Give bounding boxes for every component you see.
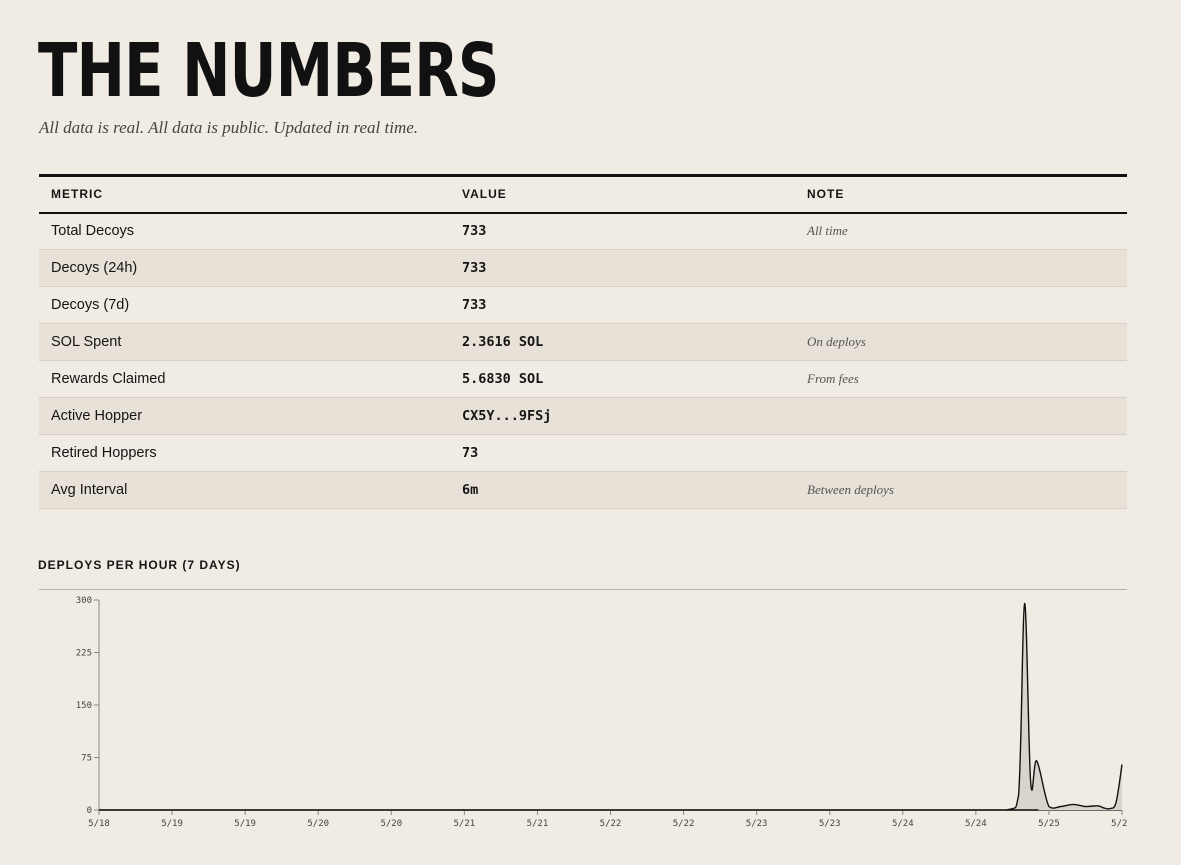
y-tick-label: 225 bbox=[76, 649, 92, 659]
metric-cell: Active Hopper bbox=[39, 397, 450, 435]
x-tick-label: 5/19 bbox=[161, 819, 183, 829]
x-tick-label: 5/25 bbox=[1038, 819, 1060, 829]
value-cell: 733 bbox=[450, 212, 795, 250]
column-header-metric: METRIC bbox=[39, 175, 450, 214]
page-subtitle: All data is real. All data is public. Up… bbox=[39, 118, 419, 137]
series-line bbox=[99, 602, 1123, 811]
column-header-value: VALUE bbox=[450, 175, 795, 214]
note-cell: On deploys bbox=[795, 323, 1127, 361]
column-header-note: NOTE bbox=[795, 175, 1127, 214]
chart-title: DEPLOYS PER HOUR (7 DAYS) bbox=[38, 558, 241, 572]
metric-cell: Decoys (24h) bbox=[39, 249, 450, 287]
x-tick-label: 5/23 bbox=[746, 819, 768, 829]
value-cell: 733 bbox=[450, 249, 795, 287]
table-row: Active Hopper CX5Y...9FSj bbox=[39, 397, 1127, 435]
y-tick-label: 300 bbox=[76, 596, 92, 606]
table-row: Decoys (7d) 733 bbox=[39, 286, 1127, 324]
x-tick-label: 5/21 bbox=[454, 819, 476, 829]
table-row: Avg Interval 6m Between deploys bbox=[39, 471, 1127, 509]
value-cell: CX5Y...9FSj bbox=[450, 397, 795, 435]
table-header-row: METRIC VALUE NOTE bbox=[39, 175, 1127, 214]
x-tick-label: 5/24 bbox=[892, 819, 914, 829]
metric-cell: Rewards Claimed bbox=[39, 360, 450, 398]
x-tick-label: 5/22 bbox=[673, 819, 695, 829]
note-cell bbox=[795, 397, 1127, 435]
x-tick-label: 5/22 bbox=[600, 819, 622, 829]
note-cell bbox=[795, 249, 1127, 287]
note-cell bbox=[795, 286, 1127, 324]
table-row: Decoys (24h) 733 bbox=[39, 249, 1127, 287]
value-cell: 733 bbox=[450, 286, 795, 324]
deploys-per-hour-chart: 0 75 150 225 300 5/18 5/19 5/19 5/20 5/20 5/21 5/21… bbox=[76, 596, 1127, 829]
table-row: Total Decoys 733 All time bbox=[39, 212, 1127, 250]
x-tick-label: 5/25 bbox=[1111, 819, 1127, 829]
table-row: Retired Hoppers 73 bbox=[39, 434, 1127, 472]
page: THE NUMBERS All data is real. All data i… bbox=[0, 0, 1181, 865]
value-cell: 5.6830 SOL bbox=[450, 360, 795, 398]
y-tick-label: 0 bbox=[87, 806, 92, 816]
note-cell: Between deploys bbox=[795, 471, 1127, 509]
x-tick-label: 5/18 bbox=[88, 819, 110, 829]
x-tick-label: 5/21 bbox=[527, 819, 549, 829]
metric-cell: Retired Hoppers bbox=[39, 434, 450, 472]
x-tick-label: 5/24 bbox=[965, 819, 987, 829]
note-cell bbox=[795, 434, 1127, 472]
value-cell: 2.3616 SOL bbox=[450, 323, 795, 361]
y-tick-label: 75 bbox=[81, 754, 92, 764]
x-tick-label: 5/23 bbox=[819, 819, 841, 829]
x-tick-label: 5/20 bbox=[307, 819, 329, 829]
metrics-table: METRIC VALUE NOTE Total Decoys 733 All t… bbox=[39, 174, 1127, 509]
value-cell: 73 bbox=[450, 434, 795, 472]
value-cell: 6m bbox=[450, 471, 795, 509]
x-tick-label: 5/20 bbox=[380, 819, 402, 829]
x-tick-label: 5/19 bbox=[234, 819, 256, 829]
y-tick-label: 150 bbox=[76, 701, 92, 711]
note-cell: From fees bbox=[795, 360, 1127, 398]
series-area bbox=[99, 603, 1122, 810]
table-row: Rewards Claimed 5.6830 SOL From fees bbox=[39, 360, 1127, 398]
table-row: SOL Spent 2.3616 SOL On deploys bbox=[39, 323, 1127, 361]
note-cell: All time bbox=[795, 212, 1127, 250]
metric-cell: Total Decoys bbox=[39, 212, 450, 250]
metric-cell: SOL Spent bbox=[39, 323, 450, 361]
page-title: THE NUMBERS bbox=[38, 28, 499, 114]
metric-cell: Avg Interval bbox=[39, 471, 450, 509]
metric-cell: Decoys (7d) bbox=[39, 286, 450, 324]
